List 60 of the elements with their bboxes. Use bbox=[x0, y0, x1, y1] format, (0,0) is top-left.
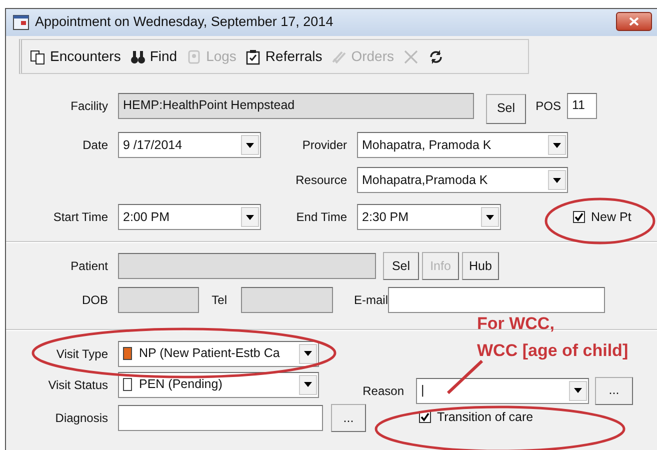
checkbox-label: New Pt bbox=[591, 208, 632, 226]
field-label: Visit Status bbox=[47, 376, 108, 394]
calendar-icon bbox=[13, 15, 29, 30]
field-label: Date bbox=[82, 137, 108, 154]
field-label: End Time bbox=[295, 209, 347, 226]
reason-field[interactable]: | bbox=[416, 378, 589, 404]
close-button[interactable] bbox=[616, 12, 652, 31]
clipboard-check-icon bbox=[245, 48, 262, 64]
provider-field[interactable]: Mohapatra, Pramoda K bbox=[357, 132, 568, 158]
end-time-field[interactable]: 2:30 PM bbox=[357, 204, 501, 230]
annotation-text: For WCC, bbox=[477, 315, 554, 332]
dropdown-button[interactable] bbox=[548, 135, 566, 155]
dropdown-button[interactable] bbox=[481, 207, 499, 227]
button[interactable]: ... bbox=[331, 404, 366, 432]
field-label: Patient bbox=[70, 258, 108, 275]
dropdown-button[interactable] bbox=[548, 170, 566, 190]
email-field[interactable] bbox=[388, 286, 605, 312]
caret-icon bbox=[486, 214, 494, 220]
caret-icon bbox=[304, 382, 312, 387]
diagnosis-field[interactable] bbox=[118, 405, 323, 431]
field-label: Diagnosis bbox=[54, 410, 108, 427]
field-label: Provider bbox=[301, 137, 347, 154]
documents-icon bbox=[30, 48, 46, 64]
find-button[interactable]: Find bbox=[130, 46, 178, 67]
annotation-text: WCC [age of child] bbox=[477, 342, 628, 359]
caret-icon bbox=[304, 351, 312, 356]
binoculars-icon bbox=[130, 48, 146, 64]
visit-status-field[interactable]: PEN (Pending) bbox=[118, 372, 319, 398]
visit-type-field[interactable]: NP (New Patient-Estb Ca bbox=[118, 340, 319, 366]
dropdown-button[interactable] bbox=[241, 207, 259, 227]
annotation-line bbox=[446, 360, 484, 394]
refresh-icon[interactable] bbox=[428, 48, 444, 64]
encounters-button[interactable]: Encounters bbox=[30, 46, 121, 67]
field-label: Reason bbox=[362, 382, 404, 400]
field-label: Start Time bbox=[52, 209, 108, 226]
date-field[interactable]: 9 /17/2014 bbox=[118, 132, 261, 158]
field-label: DOB bbox=[80, 292, 108, 308]
field-label: Facility bbox=[70, 98, 108, 114]
dropdown-button[interactable] bbox=[299, 344, 317, 364]
caret-icon bbox=[574, 388, 582, 393]
caret-icon bbox=[553, 178, 561, 182]
resource-field[interactable]: Mohapatra,Pramoda K bbox=[357, 167, 568, 193]
field-label: Tel bbox=[210, 292, 227, 308]
caret-icon bbox=[246, 142, 254, 148]
checkbox-label: Transition of care bbox=[437, 408, 534, 426]
dropdown-button[interactable] bbox=[241, 135, 259, 155]
field-label: Resource bbox=[294, 172, 347, 189]
dropdown-button[interactable] bbox=[569, 380, 587, 400]
caret-icon bbox=[246, 214, 254, 220]
field-label: E-mail bbox=[352, 292, 388, 308]
checkbox[interactable] bbox=[573, 211, 585, 223]
caret-icon bbox=[553, 142, 561, 148]
start-time-field[interactable]: 2:00 PM bbox=[118, 204, 261, 230]
close-icon bbox=[629, 17, 639, 26]
field-label: POS bbox=[534, 98, 561, 114]
referrals-button[interactable]: Referrals bbox=[245, 46, 322, 67]
window-title: Appointment on Wednesday, September 17, 2014 bbox=[35, 13, 334, 32]
dropdown-button[interactable] bbox=[299, 374, 317, 394]
button[interactable]: ... bbox=[595, 376, 633, 404]
field-label: Visit Type bbox=[55, 346, 108, 362]
